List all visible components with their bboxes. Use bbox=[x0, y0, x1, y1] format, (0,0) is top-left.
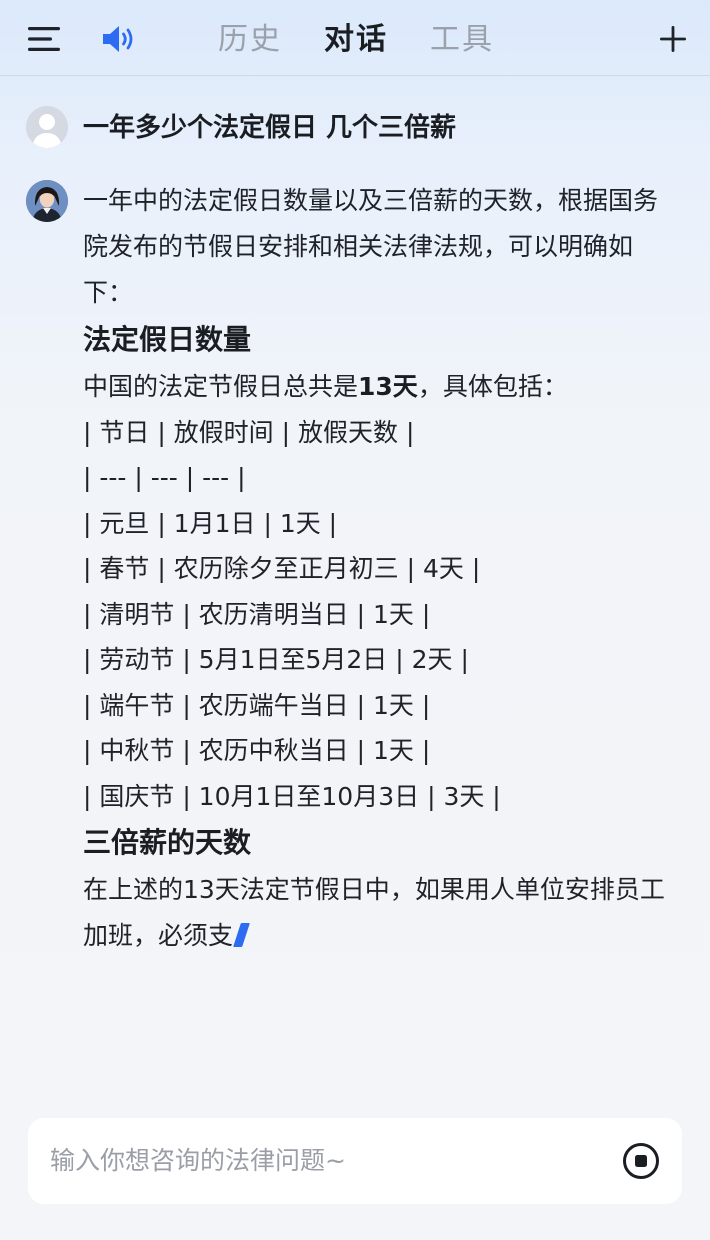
answer-total-line: 中国的法定节假日总共是13天，具体包括： bbox=[83, 364, 673, 410]
answer-heading-holidays: 法定假日数量 bbox=[83, 323, 252, 356]
assistant-avatar-icon bbox=[26, 180, 68, 222]
assistant-answer: 一年中的法定假日数量以及三倍薪的天数，根据国务院发布的节假日安排和相关法律法规，… bbox=[83, 178, 673, 959]
tab-tools[interactable]: 工具 bbox=[430, 20, 494, 60]
table-line: | 端午节 | 农历端午当日 | 1天 | bbox=[83, 690, 431, 720]
table-line: | 劳动节 | 5月1日至5月2日 | 2天 | bbox=[83, 645, 469, 674]
table-line: | 国庆节 | 10月1日至10月3日 | 3天 | bbox=[83, 781, 501, 811]
total-prefix: 中国的法定节假日总共是 bbox=[83, 372, 359, 401]
user-message: 一年多少个法定假日 几个三倍薪 bbox=[26, 106, 686, 150]
table-line: | 中秋节 | 农历中秋当日 | 1天 | bbox=[83, 736, 431, 765]
table-line: | 清明节 | 农历清明当日 | 1天 | bbox=[83, 599, 431, 629]
stop-button[interactable] bbox=[622, 1142, 660, 1180]
question-input[interactable] bbox=[50, 1140, 590, 1180]
stop-icon bbox=[623, 1143, 659, 1179]
answer-heading-triple-pay: 三倍薪的天数 bbox=[83, 826, 252, 859]
table-line: | 元旦 | 1月1日 | 1天 | bbox=[83, 508, 338, 538]
tab-history[interactable]: 历史 bbox=[218, 20, 282, 60]
user-avatar-icon bbox=[26, 106, 68, 148]
answer-closing-text: 在上述的13天法定节假日中，如果用人单位安排员工加班，必须支 bbox=[83, 875, 665, 950]
table-line: | 节日 | 放假时间 | 放假天数 | bbox=[83, 417, 415, 447]
total-suffix: ，具体包括： bbox=[417, 372, 568, 401]
plus-icon bbox=[660, 26, 686, 52]
answer-intro: 一年中的法定假日数量以及三倍薪的天数，根据国务院发布的节假日安排和相关法律法规，… bbox=[83, 186, 659, 307]
tab-chat[interactable]: 对话 bbox=[324, 20, 388, 60]
answer-closing: 在上述的13天法定节假日中，如果用人单位安排员工加班，必须支 bbox=[83, 867, 673, 959]
top-bar: 历史 对话 工具 bbox=[0, 0, 710, 76]
table-line: | --- | --- | --- | bbox=[83, 463, 246, 492]
input-bar bbox=[28, 1118, 682, 1204]
typing-cursor bbox=[233, 923, 250, 947]
tab-bar: 历史 对话 工具 bbox=[0, 14, 710, 64]
header-divider bbox=[0, 75, 710, 76]
new-chat-button[interactable] bbox=[656, 22, 690, 56]
user-message-text: 一年多少个法定假日 几个三倍薪 bbox=[83, 113, 457, 143]
table-line: | 春节 | 农历除夕至正月初三 | 4天 | bbox=[83, 554, 481, 583]
user-avatar bbox=[26, 106, 68, 148]
total-days: 13天 bbox=[358, 372, 418, 401]
assistant-avatar bbox=[26, 180, 68, 222]
